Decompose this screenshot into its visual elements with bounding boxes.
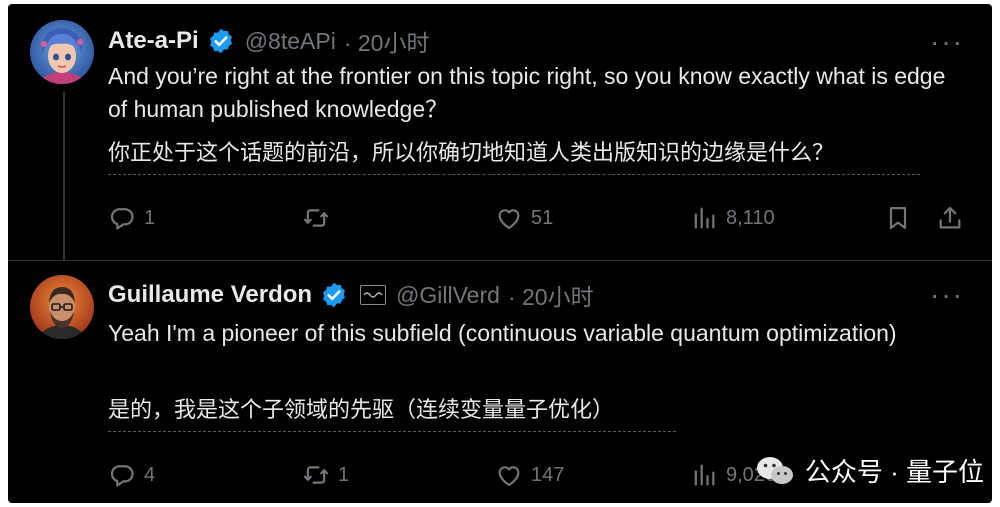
like-count: 147	[531, 463, 565, 486]
retweet-count: 1	[338, 463, 350, 486]
views-icon	[694, 207, 715, 229]
bookmark-icon	[889, 206, 907, 230]
views-button[interactable]: 8,110	[690, 202, 775, 234]
tweet-text: And you’re right at the frontier on this…	[108, 63, 946, 122]
like-button[interactable]: 147	[495, 459, 564, 491]
translation-text: 你正处于这个话题的前沿，所以你确切地知道人类出版知识的边缘是什么？	[108, 138, 920, 175]
reply-button[interactable]: 4	[108, 459, 155, 491]
tweet-text: Yeah I'm a pioneer of this subfield (con…	[108, 320, 897, 346]
author-handle[interactable]: @8teAPi	[245, 28, 336, 55]
reply-icon	[110, 465, 134, 487]
watermark: 公众号 · 量子位	[755, 452, 984, 489]
translation-text: 是的，我是这个子领域的先驱（连续变量量子优化）	[108, 395, 676, 432]
retweet-icon	[303, 209, 329, 227]
timestamp[interactable]: · 20小时	[508, 278, 594, 312]
reply-count: 1	[144, 206, 156, 229]
more-icon[interactable]: ···	[930, 28, 964, 56]
views-icon	[694, 464, 715, 486]
wechat-icon	[756, 456, 793, 484]
verified-badge-icon	[209, 28, 232, 54]
thread-line	[63, 92, 65, 260]
reply-count: 4	[144, 463, 156, 486]
retweet-icon	[303, 466, 329, 484]
author-name[interactable]: Ate-a-Pi	[108, 27, 199, 55]
like-icon	[498, 466, 520, 487]
retweet-button[interactable]	[302, 202, 338, 234]
tweet-1[interactable]: Ate-a-Pi @8teAPi · 20小时 ··· And you’re r…	[8, 4, 992, 260]
tweet-2[interactable]: Guillaume Verdon @GillVerd · 20小时 ··· Ye…	[8, 260, 992, 503]
tweet-header: Guillaume Verdon @GillVerd · 20小时	[108, 277, 594, 313]
like-button[interactable]: 51	[495, 202, 553, 234]
reply-icon	[110, 208, 134, 230]
like-count: 51	[531, 206, 554, 229]
watermark-text: 公众号 · 量子位	[804, 457, 984, 487]
bookmark-button[interactable]	[884, 202, 912, 234]
author-name[interactable]: Guillaume Verdon	[108, 281, 312, 309]
tweet-thread: Ate-a-Pi @8teAPi · 20小时 ··· And you’re r…	[8, 4, 992, 503]
reply-button[interactable]: 1	[108, 202, 155, 234]
tweet-header: Ate-a-Pi @8teAPi · 20小时	[108, 23, 429, 59]
timestamp[interactable]: · 20小时	[344, 24, 430, 58]
verified-badge-icon	[323, 282, 346, 308]
affiliation-logo-icon[interactable]	[360, 285, 387, 305]
view-count: 8,110	[726, 206, 775, 229]
share-button[interactable]	[936, 202, 964, 234]
tweet-actions: 1 51 8,110	[108, 202, 970, 234]
like-icon	[498, 209, 520, 230]
more-icon[interactable]: ···	[930, 281, 964, 309]
avatar[interactable]	[30, 275, 94, 339]
author-handle[interactable]: @GillVerd	[396, 282, 500, 309]
retweet-button[interactable]: 1	[302, 459, 349, 491]
share-icon	[939, 206, 961, 229]
avatar[interactable]	[30, 20, 94, 84]
